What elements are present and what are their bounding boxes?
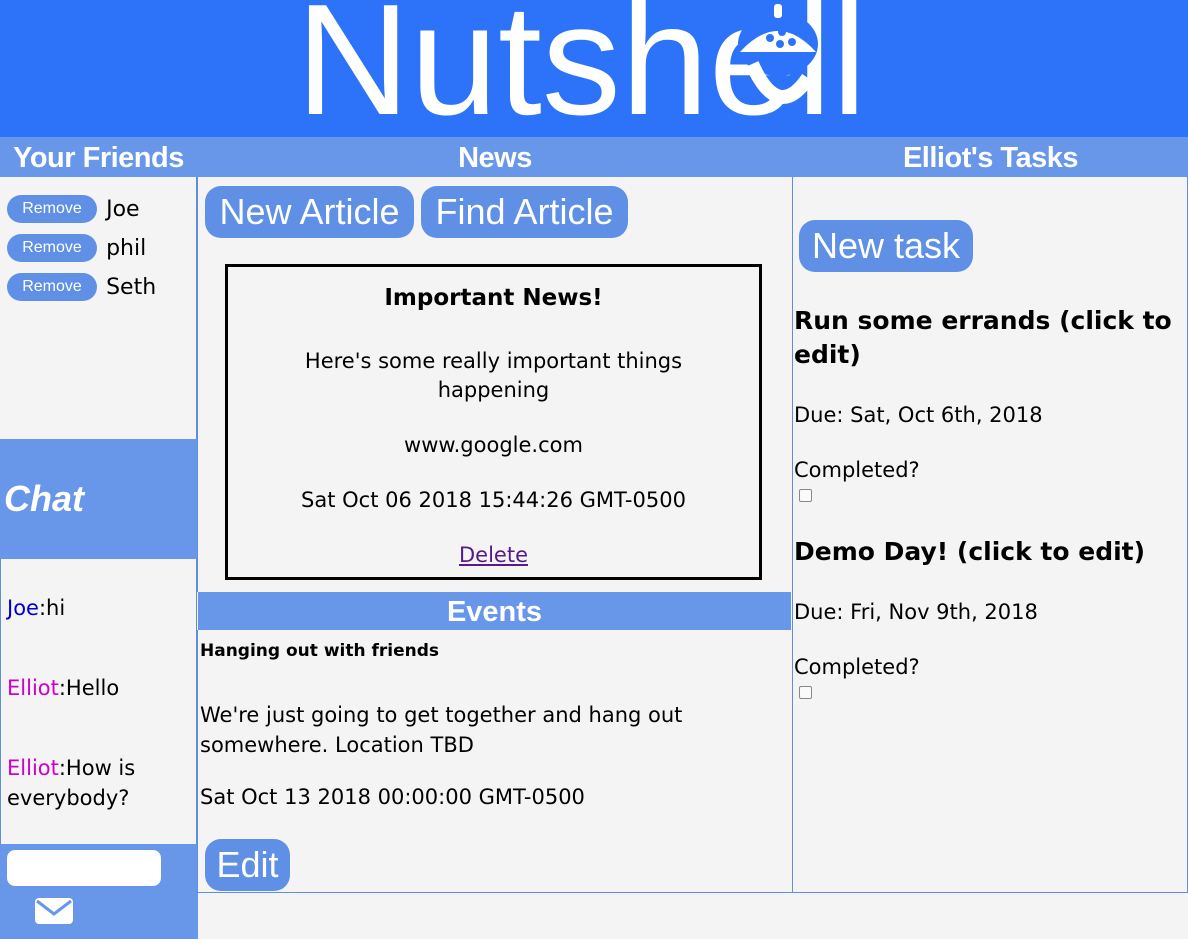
chat-footer [0, 844, 198, 939]
chat-text: :hi [38, 596, 66, 620]
friend-item: Remove Joe [7, 195, 140, 225]
task-due-date: Due: Sat, Oct 6th, 2018 [794, 403, 1043, 427]
edit-event-button[interactable]: Edit [205, 839, 290, 891]
delete-article-link[interactable]: Delete [459, 543, 528, 567]
task-completed-label: Completed? [794, 458, 920, 482]
chat-username: Elliot [7, 756, 59, 780]
chat-messages: Joe:hi Elliot:Hello Elliot:How is everyb… [0, 559, 197, 844]
event-date: Sat Oct 13 2018 00:00:00 GMT-0500 [200, 785, 585, 809]
event-description: We're just going to get together and han… [200, 703, 683, 757]
chat-text: :Hello [58, 676, 120, 700]
article-body: Here's some really important things happ… [304, 349, 683, 402]
article-url: www.google.com [404, 433, 583, 457]
chat-username: Joe [7, 596, 39, 620]
article-title: Important News! [384, 285, 603, 311]
find-article-button[interactable]: Find Article [421, 186, 628, 238]
new-task-button[interactable]: New task [799, 220, 973, 272]
news-article-card: Important News! Here's some really impor… [225, 264, 762, 580]
chat-heading: Chat [0, 439, 198, 559]
events-heading: Events [198, 592, 791, 630]
friend-item: Remove Seth [7, 273, 156, 303]
friend-item: Remove phil [7, 234, 146, 264]
remove-friend-button[interactable]: Remove [7, 273, 97, 301]
task-completed-checkbox[interactable] [799, 489, 812, 502]
task-completed-label: Completed? [794, 655, 920, 679]
news-heading: News [197, 137, 793, 177]
tasks-section: New task Run some errands (click to edit… [792, 177, 1188, 893]
nutshell-logo: Nutshell [296, 0, 867, 132]
friends-list: Remove Joe Remove phil Remove Seth [0, 177, 198, 439]
remove-friend-button[interactable]: Remove [7, 234, 97, 262]
article-date: Sat Oct 06 2018 15:44:26 GMT-0500 [301, 488, 686, 512]
friends-heading: Your Friends [0, 137, 197, 177]
task-title[interactable]: Run some errands (click to edit) [794, 304, 1174, 372]
task-due-date: Due: Fri, Nov 9th, 2018 [794, 600, 1038, 624]
envelope-icon[interactable] [34, 896, 74, 926]
tasks-heading: Elliot's Tasks [793, 137, 1188, 177]
task-title[interactable]: Demo Day! (click to edit) [794, 535, 1174, 569]
remove-friend-button[interactable]: Remove [7, 195, 97, 223]
chat-input[interactable] [7, 850, 161, 886]
chat-message: Elliot:Hello [7, 673, 192, 703]
friend-name: Joe [106, 196, 140, 222]
chat-message: Joe:hi [7, 593, 192, 623]
header-banner: Nutshell [0, 0, 1188, 137]
friend-name: phil [106, 235, 147, 261]
chat-username: Elliot [7, 676, 59, 700]
event-name: Hanging out with friends [200, 641, 440, 661]
new-article-button[interactable]: New Article [205, 186, 414, 238]
task-completed-checkbox[interactable] [799, 686, 812, 699]
friend-name: Seth [106, 274, 157, 300]
chat-message: Elliot:How is everybody? [7, 753, 192, 813]
